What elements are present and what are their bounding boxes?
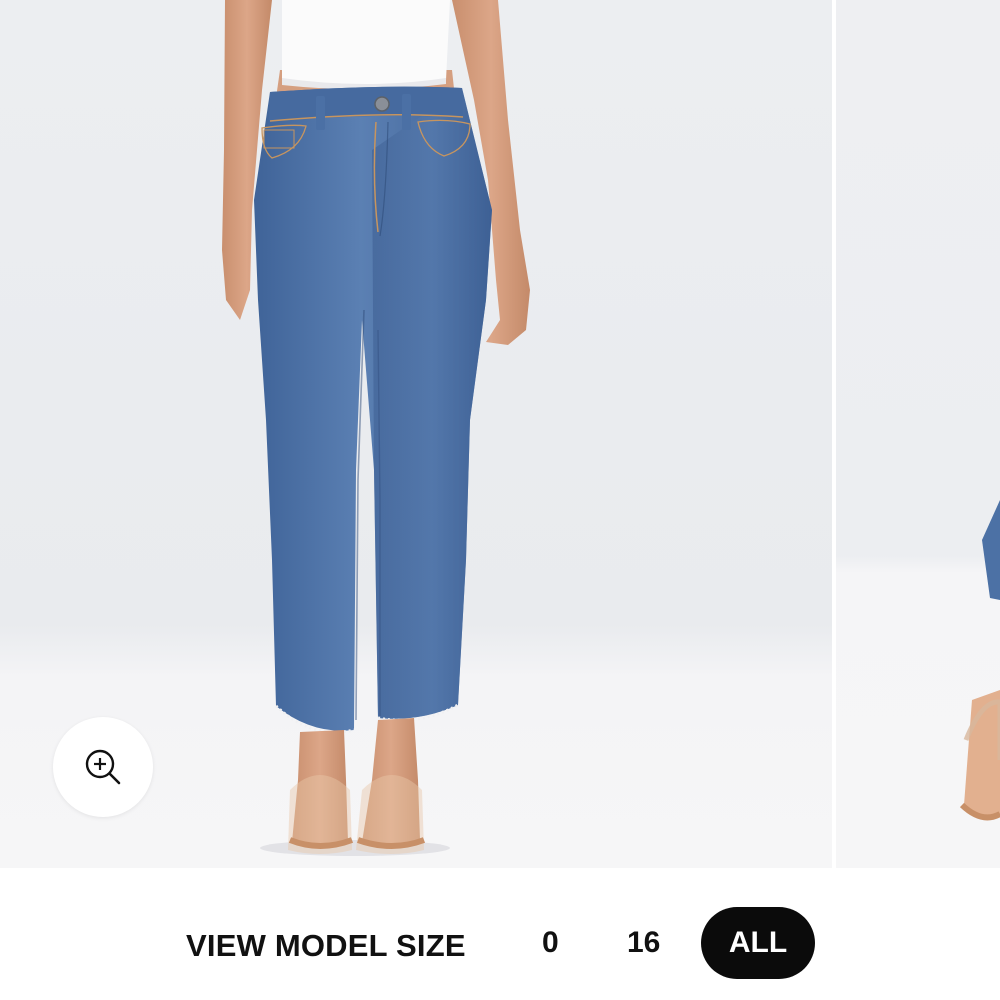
product-image-next[interactable] [836, 0, 1000, 868]
size-option-all-selected[interactable]: ALL [701, 907, 815, 979]
product-image-gallery[interactable] [0, 0, 1000, 868]
zoom-in-icon [85, 749, 121, 785]
view-model-size-label: VIEW MODEL SIZE [186, 928, 466, 963]
model-size-selector [0, 868, 1000, 1000]
next-product-photo-preview [959, 500, 1000, 821]
zoom-button[interactable] [53, 717, 153, 817]
size-option-0[interactable]: 0 [542, 926, 559, 960]
product-page: VIEW MODEL SIZE 0 16 ALL [0, 0, 1000, 1000]
size-option-16[interactable]: 16 [627, 926, 660, 960]
